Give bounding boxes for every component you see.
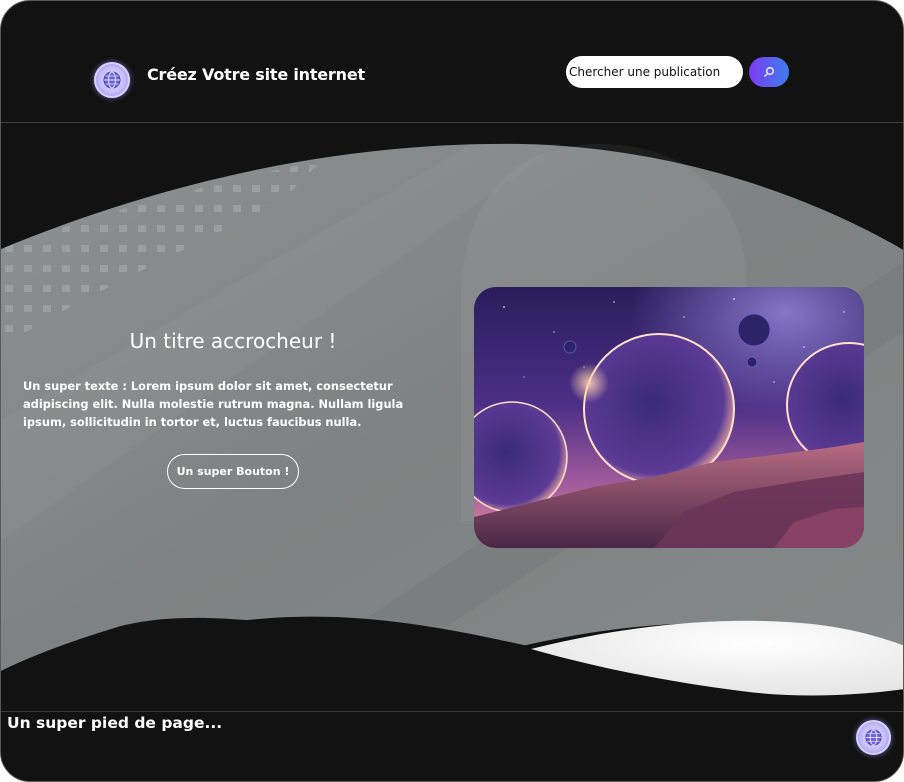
space-planets-illustration (474, 287, 864, 548)
footer-divider (1, 711, 903, 712)
search-icon (764, 67, 774, 77)
footer-logo[interactable] (856, 720, 891, 755)
page-frame: Créez Votre site internet Un titre accro… (0, 0, 904, 782)
search-button[interactable] (749, 57, 789, 87)
hero-image (474, 287, 864, 548)
site-title[interactable]: Créez Votre site internet (147, 65, 365, 84)
search-input[interactable] (566, 56, 743, 88)
hero-text: Un super texte : Lorem ipsum dolor sit a… (23, 377, 447, 431)
globe-icon (103, 71, 121, 89)
site-logo[interactable] (94, 62, 130, 98)
hero-title: Un titre accrocheur ! (129, 329, 337, 353)
site-header: Créez Votre site internet (1, 1, 903, 123)
hero-cta-button[interactable]: Un super Bouton ! (167, 454, 299, 489)
globe-icon (865, 729, 882, 746)
hero-text-lead: Un super texte : (23, 379, 127, 393)
footer-text: Un super pied de page... (7, 714, 223, 732)
